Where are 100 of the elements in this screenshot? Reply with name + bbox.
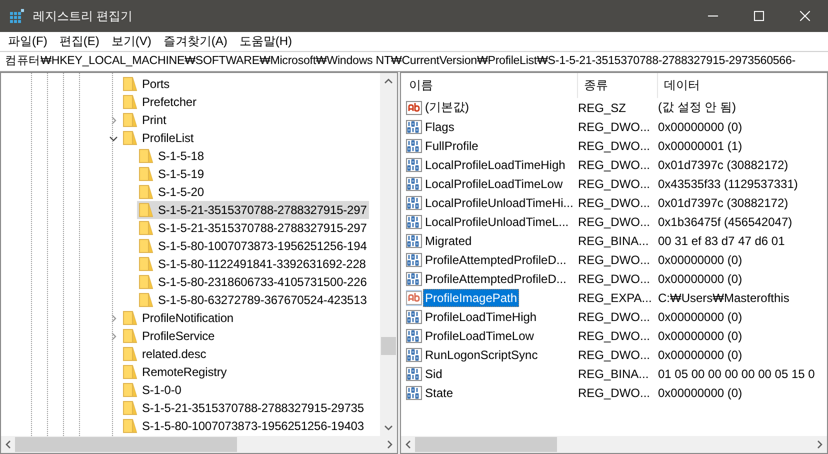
value-row[interactable]: LocalProfileUnloadTimeHi... REG_DWO... 0x01d7397c (30882172)	[406, 193, 827, 212]
menu-item[interactable]: 즐겨찾기(A)	[158, 33, 234, 50]
value-row[interactable]: ProfileImagePath REG_EXPA... C:₩Users₩Masterofthis	[406, 288, 827, 307]
column-header[interactable]: 데이터	[658, 73, 827, 98]
value-name: LocalProfileUnloadTimeL...	[424, 214, 570, 230]
chevron-right-icon[interactable]	[108, 116, 118, 124]
tree-item[interactable]: S-1-5-18	[137, 147, 206, 165]
value-name: ProfileImagePath	[423, 288, 520, 306]
address-bar[interactable]: 컴퓨터₩HKEY_LOCAL_MACHINE₩SOFTWARE₩Microsoft₩Windows NT₩CurrentVersion₩ProfileList₩S-1-5-21-3515370788-2788327915-2973560566-	[0, 51, 828, 72]
tree-item[interactable]: S-1-5-20	[137, 183, 206, 201]
value-row[interactable]: Flags REG_DWO... 0x00000000 (0)	[406, 117, 827, 136]
tree-item[interactable]: ProfileNotification	[121, 309, 236, 327]
column-header[interactable]: 종류	[578, 73, 658, 98]
value-row[interactable]: (기본값) REG_SZ (값 설정 안 됨)	[406, 98, 827, 117]
scroll-thumb[interactable]	[415, 437, 557, 452]
value-name: ProfileLoadTimeHigh	[424, 308, 538, 326]
value-row[interactable]: FullProfile REG_DWO... 0x00000001 (1)	[406, 136, 827, 155]
folder-icon	[139, 238, 153, 254]
folder-icon	[123, 112, 137, 128]
binary-value-icon	[406, 366, 422, 382]
value-data: 0x00000000 (0)	[658, 348, 744, 362]
chevron-down-icon[interactable]	[108, 134, 118, 142]
scroll-right-icon[interactable]	[817, 440, 823, 449]
binary-value-icon	[406, 384, 422, 400]
tree-item[interactable]: S-1-5-80-63272789-367670524-423513	[137, 291, 369, 309]
window-title: 레지스트리 편집기	[33, 8, 132, 24]
tree-item[interactable]: RemoteRegistry	[121, 363, 229, 381]
binary-value-icon	[406, 270, 422, 286]
value-type: REG_SZ	[578, 100, 628, 114]
value-type: REG_DWO...	[578, 272, 652, 286]
column-header[interactable]: 이름	[406, 73, 578, 98]
value-row[interactable]: Migrated REG_BINA... 00 31 ef 83 d7 47 d6 01	[406, 231, 827, 250]
tree-item[interactable]: S-1-5-80-1007073873-1956251256-19403	[121, 417, 366, 435]
registry-editor-icon	[9, 8, 25, 24]
tree-item[interactable]: S-1-5-80-2318606733-4105731500-226	[137, 273, 369, 291]
binary-value-icon	[406, 308, 422, 324]
binary-value-icon	[406, 156, 422, 172]
value-name: ProfileAttemptedProfileD...	[424, 270, 568, 288]
scroll-left-icon[interactable]	[405, 440, 411, 449]
value-row[interactable]: Sid REG_BINA... 01 05 00 00 00 00 00 05 15 0	[406, 364, 827, 383]
value-data: 0x00000000 (0)	[658, 386, 744, 400]
value-data: (값 설정 안 됨)	[658, 99, 737, 116]
scroll-right-icon[interactable]	[387, 440, 393, 449]
value-row[interactable]: LocalProfileUnloadTimeL... REG_DWO... 0x1b36475f (456542047)	[406, 212, 827, 231]
value-row[interactable]: RunLogonScriptSync REG_DWO... 0x00000000 (0)	[406, 345, 827, 364]
tree-item[interactable]: Ports	[121, 75, 172, 93]
value-data: 01 05 00 00 00 00 00 05 15 0	[658, 366, 816, 380]
scroll-down-icon[interactable]	[384, 425, 393, 431]
scrollbar[interactable]	[380, 73, 397, 436]
scrollbar[interactable]	[401, 436, 827, 453]
value-data: 0x1b36475f (456542047)	[658, 214, 794, 228]
scrollbar[interactable]	[1, 436, 397, 453]
tree-item[interactable]: S-1-5-80-1122491841-3392631692-228	[137, 255, 368, 273]
folder-icon	[123, 76, 137, 92]
menu-item[interactable]: 도움말(H)	[234, 33, 299, 50]
tree-item[interactable]: S-1-5-19	[137, 165, 206, 183]
scroll-thumb[interactable]	[381, 337, 396, 355]
value-name: LocalProfileLoadTimeHigh	[424, 156, 566, 174]
value-type: REG_DWO...	[578, 176, 652, 190]
tree-item[interactable]: Print	[121, 111, 168, 129]
value-name: FullProfile	[424, 138, 480, 154]
close-icon	[800, 11, 810, 21]
chevron-right-icon[interactable]	[108, 332, 118, 340]
scroll-left-icon[interactable]	[5, 440, 11, 449]
folder-icon	[139, 184, 153, 200]
value-row[interactable]: State REG_DWO... 0x00000000 (0)	[406, 383, 827, 402]
folder-icon	[123, 382, 137, 398]
value-row[interactable]: ProfileLoadTimeLow REG_DWO... 0x00000000 (0)	[406, 326, 827, 345]
value-type: REG_BINA...	[578, 366, 650, 380]
tree-item[interactable]: ProfileService	[121, 327, 217, 345]
tree-item[interactable]: S-1-5-21-3515370788-2788327915-29735	[121, 399, 366, 417]
folder-icon	[139, 148, 153, 164]
value-row[interactable]: ProfileAttemptedProfileD... REG_DWO... 0x00000000 (0)	[406, 250, 827, 269]
value-name: Sid	[424, 366, 444, 382]
menu-item[interactable]: 보기(V)	[106, 33, 158, 50]
tree-item[interactable]: ProfileList	[121, 129, 196, 147]
tree-item[interactable]: S-1-5-21-3515370788-2788327915-297	[137, 219, 369, 237]
value-data: 0x43535f33 (1129537331)	[658, 176, 799, 190]
tree-item[interactable]: S-1-0-0	[121, 381, 184, 399]
folder-icon	[139, 256, 153, 272]
value-data: 0x00000000 (0)	[658, 272, 744, 286]
scroll-up-icon[interactable]	[384, 78, 393, 84]
value-data: 0x00000000 (0)	[658, 252, 744, 266]
value-name: ProfileAttemptedProfileD...	[424, 252, 568, 268]
scroll-thumb[interactable]	[15, 437, 237, 452]
value-type: REG_EXPA...	[578, 290, 653, 304]
value-row[interactable]: LocalProfileLoadTimeHigh REG_DWO... 0x01d7397c (30882172)	[406, 155, 827, 174]
value-row[interactable]: LocalProfileLoadTimeLow REG_DWO... 0x43535f33 (1129537331)	[406, 174, 827, 193]
menu-item[interactable]: 편집(E)	[54, 33, 106, 50]
tree-item[interactable]: related.desc	[121, 345, 208, 363]
value-name: RunLogonScriptSync	[424, 346, 539, 364]
tree-item[interactable]: S-1-5-21-3515370788-2788327915-297	[137, 201, 369, 219]
value-row[interactable]: ProfileLoadTimeHigh REG_DWO... 0x00000000 (0)	[406, 307, 827, 326]
tree-item[interactable]: Prefetcher	[121, 93, 198, 111]
binary-value-icon	[406, 214, 422, 230]
menu-item[interactable]: 파일(F)	[3, 33, 54, 50]
tree-item[interactable]: S-1-5-80-1007073873-1956251256-194	[137, 237, 369, 255]
value-row[interactable]: ProfileAttemptedProfileD... REG_DWO... 0x00000000 (0)	[406, 269, 827, 288]
chevron-right-icon[interactable]	[108, 314, 118, 322]
binary-value-icon	[406, 252, 422, 268]
